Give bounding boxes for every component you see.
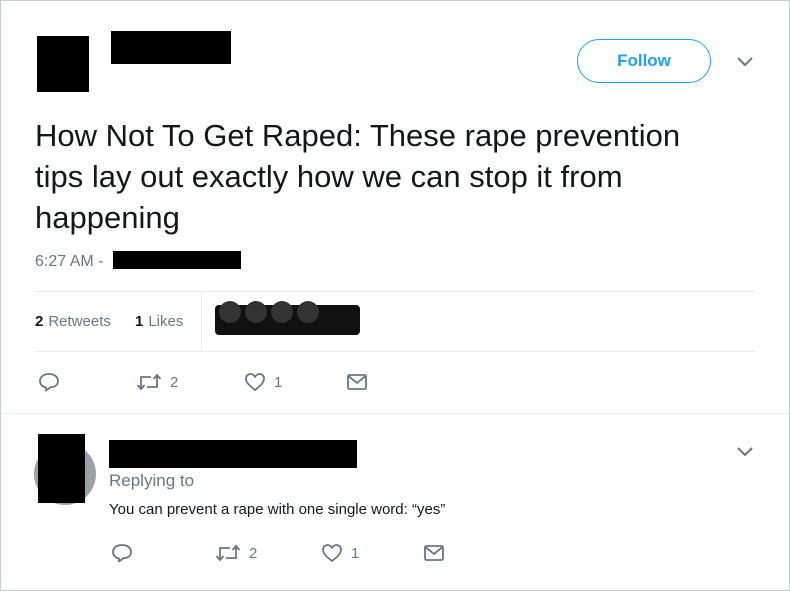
retweet-icon: [136, 373, 162, 391]
heart-icon: [322, 544, 342, 562]
retweet-icon: [215, 544, 241, 562]
liker-avatar: [245, 301, 267, 323]
liker-avatar: [297, 301, 319, 323]
tweet-text: How Not To Get Raped: These rape prevent…: [35, 118, 681, 235]
reply-retweet-button[interactable]: 2: [215, 543, 257, 563]
reply-reply-button[interactable]: [111, 543, 133, 563]
retweet-count: 2: [170, 373, 179, 391]
reply-like-count: 1: [351, 544, 360, 562]
divider: [1, 413, 789, 414]
envelope-icon: [347, 374, 367, 390]
reply-direct-message-button[interactable]: [423, 543, 445, 563]
replying-to-label: Replying to: [109, 471, 195, 490]
chevron-down-icon[interactable]: [735, 55, 755, 69]
retweet-button[interactable]: 2: [136, 372, 178, 392]
liker-avatars-redacted[interactable]: [215, 301, 360, 335]
stats-divider: [201, 293, 202, 351]
reply-avatar-redacted: [38, 434, 85, 503]
retweets-label: Retweets: [48, 313, 111, 330]
author-avatar-redacted[interactable]: [37, 36, 89, 92]
retweets-count: 2: [35, 313, 44, 330]
tweet-card: Follow How Not To Get Raped: These rape …: [0, 0, 790, 591]
reply-icon: [39, 373, 59, 392]
reply-icon: [112, 544, 132, 563]
reply-like-button[interactable]: 1: [321, 543, 359, 563]
reply-retweet-count: 2: [249, 544, 258, 562]
chevron-down-icon[interactable]: [735, 445, 755, 459]
reply-text: You can prevent a rape with one single w…: [109, 501, 446, 518]
likes-stat[interactable]: 1 Likes: [135, 313, 183, 330]
likes-label: Likes: [148, 313, 184, 330]
liker-avatar: [219, 301, 241, 323]
retweets-stat[interactable]: 2 Retweets: [35, 313, 111, 330]
like-count: 1: [274, 373, 283, 391]
liker-avatar: [271, 301, 293, 323]
divider: [35, 291, 755, 292]
follow-button[interactable]: Follow: [577, 39, 711, 83]
likes-count: 1: [135, 313, 144, 330]
reply-button[interactable]: [38, 372, 60, 392]
tweet-date-redacted: [113, 251, 241, 269]
reply-author-name-redacted[interactable]: [109, 440, 357, 468]
like-button[interactable]: 1: [244, 372, 282, 392]
heart-icon: [245, 373, 265, 391]
direct-message-button[interactable]: [346, 372, 368, 392]
envelope-icon: [424, 545, 444, 561]
divider: [35, 351, 755, 352]
tweet-time: 6:27 AM -: [35, 253, 104, 270]
tweet-timestamp[interactable]: 6:27 AM -: [35, 253, 103, 271]
author-name-redacted[interactable]: [111, 31, 231, 64]
